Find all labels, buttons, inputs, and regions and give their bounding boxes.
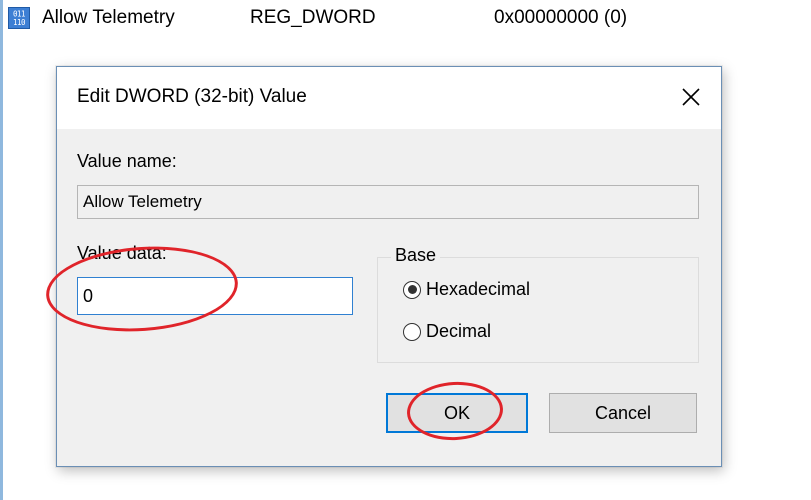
hexadecimal-label: Hexadecimal (426, 279, 531, 299)
registry-binary-value-icon: 011 110 (8, 7, 30, 29)
value-name-field[interactable] (77, 185, 699, 219)
registry-value-type: REG_DWORD (250, 7, 376, 28)
hexadecimal-radio[interactable]: Hexadecimal (403, 279, 530, 300)
radio-dot (407, 285, 417, 294)
registry-value-row[interactable]: 011 110 Allow Telemetry REG_DWORD 0x0000… (8, 4, 627, 32)
dialog-title: Edit DWORD (32-bit) Value (77, 86, 307, 107)
close-icon (682, 88, 700, 106)
binary-digits-glyph: 011 110 (9, 8, 29, 28)
pane-border (0, 0, 3, 500)
decimal-label: Decimal (426, 321, 492, 341)
dialog-titlebar[interactable]: Edit DWORD (32-bit) Value (57, 67, 721, 129)
edit-dword-dialog: Edit DWORD (32-bit) Value Value name: Va… (56, 66, 722, 467)
cancel-button[interactable]: Cancel (549, 393, 697, 433)
radio-selected-icon (403, 280, 421, 299)
registry-value-name: Allow Telemetry (42, 7, 175, 28)
value-name-label: Value name: (77, 151, 177, 171)
value-data-label: Value data: (77, 243, 167, 263)
decimal-radio[interactable]: Decimal (403, 321, 491, 342)
base-group-box (377, 257, 699, 363)
value-data-input[interactable] (77, 277, 353, 315)
ok-button[interactable]: OK (386, 393, 528, 433)
base-group-label: Base (391, 245, 441, 266)
registry-value-data: 0x00000000 (0) (494, 7, 628, 28)
svg-text:110: 110 (13, 18, 26, 27)
radio-unselected-icon (403, 322, 421, 341)
close-button[interactable] (671, 79, 711, 115)
